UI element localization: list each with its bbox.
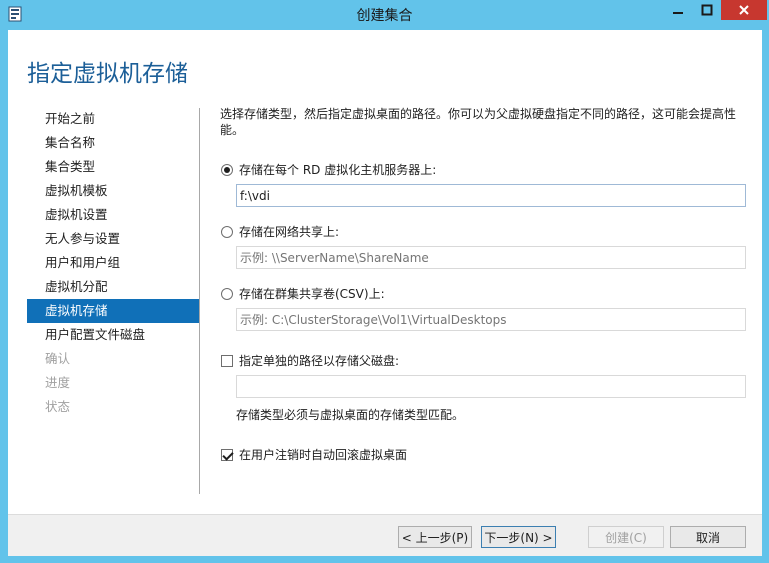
nav-item-results: 状态 bbox=[45, 399, 71, 414]
close-button[interactable] bbox=[721, 0, 767, 20]
nav-item-vm-allocation[interactable]: 虚拟机分配 bbox=[27, 275, 199, 299]
option-local-storage[interactable]: 存储在每个 RD 虚拟化主机服务器上: bbox=[221, 161, 436, 178]
window-title: 创建集合 bbox=[356, 8, 413, 24]
dialog-client: 指定虚拟机存储 开始之前 集合名称 集合类型 虚拟机模板 虚拟机设置 无人参与设… bbox=[8, 30, 762, 556]
network-share-radio[interactable] bbox=[221, 225, 233, 238]
nav-item-unattended-settings[interactable]: 无人参与设置 bbox=[27, 227, 199, 251]
wizard-nav: 开始之前 集合名称 集合类型 虚拟机模板 虚拟机设置 无人参与设置 用户和用户组… bbox=[27, 107, 199, 419]
parent-disk-path-input bbox=[236, 375, 746, 398]
nav-item-users-groups[interactable]: 用户和用户组 bbox=[27, 251, 199, 275]
page-description: 选择存储类型，然后指定虚拟桌面的路径。你可以为父虚拟硬盘指定不同的路径，这可能会… bbox=[220, 107, 737, 137]
parent-disk-label: 指定单独的路径以存储父磁盘: bbox=[239, 354, 400, 368]
page-title: 指定虚拟机存储 bbox=[27, 61, 188, 87]
next-button[interactable]: 下一步(N) > bbox=[481, 526, 556, 548]
csv-storage-label: 存储在群集共享卷(CSV)上: bbox=[239, 287, 385, 301]
option-parent-disk-path[interactable]: 指定单独的路径以存储父磁盘: bbox=[221, 352, 399, 369]
nav-item-progress: 进度 bbox=[45, 375, 71, 390]
csv-storage-path-input bbox=[236, 308, 746, 331]
wizard-footer: < 上一步(P) 下一步(N) > 创建(C) 取消 bbox=[8, 514, 762, 556]
storage-type-note: 存储类型必须与虚拟桌面的存储类型匹配。 bbox=[236, 408, 465, 422]
parent-disk-checkbox[interactable] bbox=[221, 354, 233, 367]
nav-item-vm-template[interactable]: 虚拟机模板 bbox=[27, 179, 199, 203]
network-share-path-input bbox=[236, 246, 746, 269]
maximize-button[interactable] bbox=[694, 0, 720, 20]
local-storage-radio[interactable] bbox=[221, 163, 233, 176]
create-button: 创建(C) bbox=[588, 526, 664, 548]
csv-storage-radio[interactable] bbox=[221, 287, 233, 300]
network-share-label: 存储在网络共享上: bbox=[239, 225, 340, 239]
close-icon bbox=[739, 5, 749, 15]
previous-button[interactable]: < 上一步(P) bbox=[398, 526, 472, 548]
option-network-share[interactable]: 存储在网络共享上: bbox=[221, 223, 339, 240]
local-storage-label: 存储在每个 RD 虚拟化主机服务器上: bbox=[239, 163, 437, 177]
dialog-window: 创建集合 指定虚拟机存储 开始之前 集合名称 集合类型 虚拟机模板 虚拟机设置 … bbox=[0, 0, 769, 563]
nav-item-collection-type[interactable]: 集合类型 bbox=[27, 155, 199, 179]
nav-divider bbox=[199, 108, 200, 494]
minimize-button[interactable] bbox=[664, 0, 692, 20]
nav-item-user-profile-disks[interactable]: 用户配置文件磁盘 bbox=[27, 323, 199, 347]
nav-item-before-you-begin[interactable]: 开始之前 bbox=[27, 107, 199, 131]
nav-item-confirmation: 确认 bbox=[45, 351, 71, 366]
nav-item-collection-name[interactable]: 集合名称 bbox=[27, 131, 199, 155]
option-rollback[interactable]: 在用户注销时自动回滚虚拟桌面 bbox=[221, 446, 407, 463]
maximize-icon bbox=[701, 4, 713, 16]
cancel-button[interactable]: 取消 bbox=[670, 526, 746, 548]
rollback-checkbox[interactable] bbox=[221, 448, 233, 461]
nav-item-vm-settings[interactable]: 虚拟机设置 bbox=[27, 203, 199, 227]
title-bar[interactable]: 创建集合 bbox=[0, 0, 769, 30]
minimize-icon bbox=[673, 12, 683, 14]
option-csv-storage[interactable]: 存储在群集共享卷(CSV)上: bbox=[221, 285, 385, 302]
rollback-label: 在用户注销时自动回滚虚拟桌面 bbox=[239, 448, 408, 462]
nav-item-vm-storage[interactable]: 虚拟机存储 bbox=[27, 299, 199, 323]
local-storage-path-input[interactable] bbox=[236, 184, 746, 207]
